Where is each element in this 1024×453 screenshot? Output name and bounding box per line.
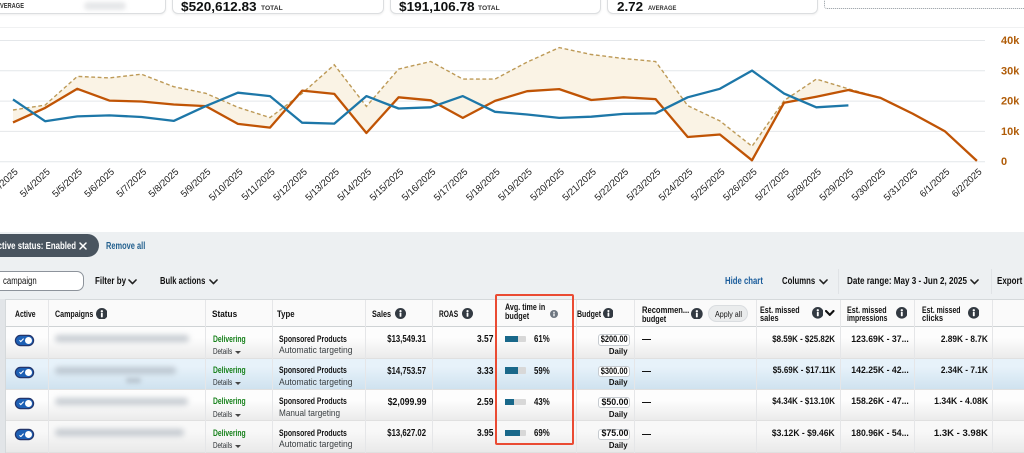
svg-text:5/6/2025: 5/6/2025 [82, 167, 117, 200]
svg-text:5/20/2025: 5/20/2025 [528, 167, 566, 204]
svg-text:40k: 40k [1001, 35, 1020, 47]
svg-text:0: 0 [1001, 156, 1007, 168]
svg-text:5/22/2025: 5/22/2025 [593, 167, 631, 204]
svg-text:6/2/2025: 6/2/2025 [950, 167, 985, 200]
svg-text:5/3/2025: 5/3/2025 [0, 167, 21, 200]
svg-text:5/21/2025: 5/21/2025 [560, 167, 598, 204]
svg-text:5/7/2025: 5/7/2025 [114, 167, 149, 200]
svg-text:5/17/2025: 5/17/2025 [432, 167, 470, 204]
svg-text:5/4/2025: 5/4/2025 [18, 167, 53, 200]
svg-text:5/14/2025: 5/14/2025 [336, 167, 374, 204]
svg-text:5/19/2025: 5/19/2025 [496, 167, 534, 204]
svg-text:5/13/2025: 5/13/2025 [303, 167, 341, 204]
svg-text:30k: 30k [1001, 65, 1020, 77]
svg-text:5/8/2025: 5/8/2025 [147, 167, 182, 200]
svg-text:5/31/2025: 5/31/2025 [882, 167, 920, 204]
svg-text:6/1/2025: 6/1/2025 [918, 167, 953, 200]
svg-text:5/24/2025: 5/24/2025 [657, 167, 695, 204]
svg-text:5/28/2025: 5/28/2025 [785, 167, 823, 204]
svg-text:5/10/2025: 5/10/2025 [207, 167, 245, 204]
svg-text:5/12/2025: 5/12/2025 [271, 167, 309, 204]
svg-text:5/26/2025: 5/26/2025 [721, 167, 759, 204]
svg-text:5/30/2025: 5/30/2025 [850, 167, 888, 204]
svg-text:5/25/2025: 5/25/2025 [689, 167, 727, 204]
svg-text:10k: 10k [1001, 126, 1020, 138]
svg-text:5/23/2025: 5/23/2025 [625, 167, 663, 204]
svg-text:5/16/2025: 5/16/2025 [400, 167, 438, 204]
svg-text:5/15/2025: 5/15/2025 [368, 167, 406, 204]
svg-text:5/27/2025: 5/27/2025 [753, 167, 791, 204]
svg-text:5/11/2025: 5/11/2025 [240, 167, 278, 203]
svg-text:5/29/2025: 5/29/2025 [818, 167, 856, 204]
svg-text:5/5/2025: 5/5/2025 [50, 167, 85, 200]
svg-text:20k: 20k [1001, 96, 1020, 108]
svg-text:5/18/2025: 5/18/2025 [464, 167, 502, 204]
